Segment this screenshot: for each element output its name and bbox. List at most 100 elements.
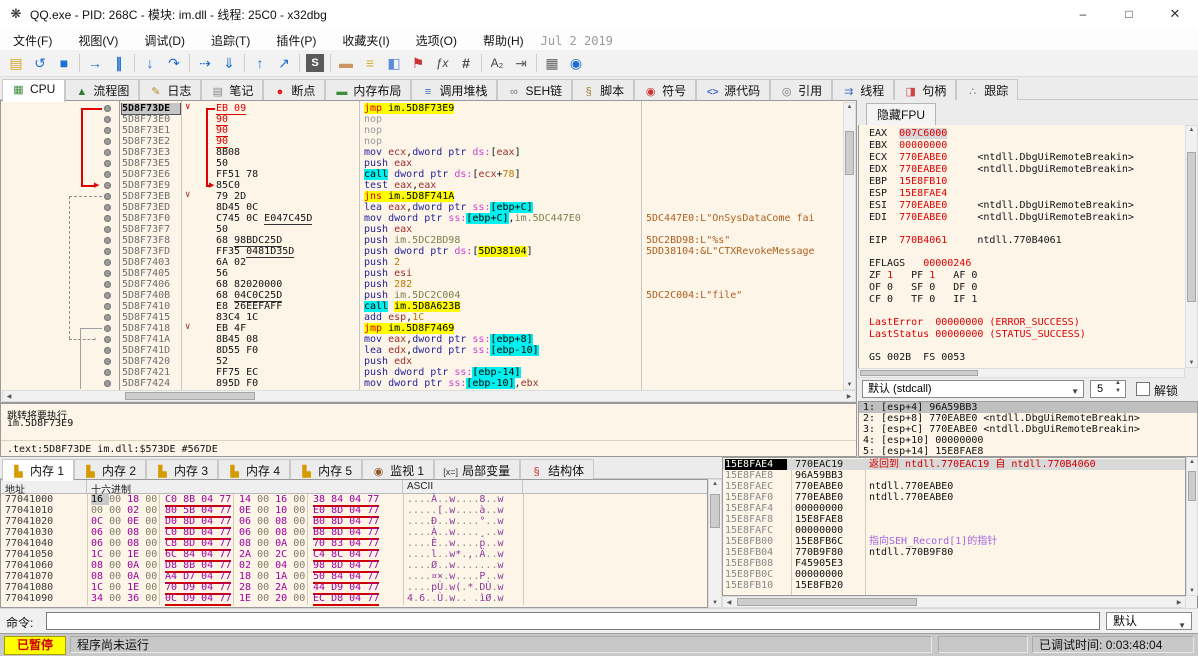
tab-cpu[interactable]: ▦CPU	[2, 79, 65, 102]
scroll-right-icon[interactable]: ▶	[1174, 599, 1184, 606]
tab-graph[interactable]: ▲流程图	[65, 79, 139, 102]
stack-row[interactable]: 15E8FAF815E8FAE8	[723, 514, 1185, 525]
disasm-row[interactable]: 5D8F73E38B08mov ecx,dword ptr ds:[eax]	[1, 147, 842, 158]
stack-row[interactable]: 15E8FB08F45905E3	[723, 558, 1185, 569]
comment-icon[interactable]: ≡	[358, 52, 382, 74]
tab-cs[interactable]: ≡调用堆栈	[411, 79, 497, 102]
disasm-row[interactable]: 5D8F73ED8D45 0Clea eax,dword ptr ss:[ebp…	[1, 202, 842, 213]
label-icon[interactable]: ◧	[382, 52, 406, 74]
tab-trc[interactable]: ∴跟踪	[956, 79, 1018, 102]
scroll-up-icon[interactable]: ▲	[709, 481, 721, 487]
menu-item-1[interactable]: 视图(V)	[65, 28, 131, 50]
hex-row[interactable]: 770410801C 00 1E 0070 D9 04 7728 00 2A 0…	[1, 582, 707, 593]
menu-item-4[interactable]: 插件(P)	[263, 28, 329, 50]
disasm-row[interactable]: 5D8F741A8B45 08mov eax,dword ptr ss:[ebp…	[1, 334, 842, 345]
tab-ref[interactable]: ◎引用	[770, 79, 832, 102]
hex-row[interactable]: 770410200C 00 0E 00D0 8D 04 7706 00 08 0…	[1, 516, 707, 527]
register-line[interactable]: GS 002B FS 0053	[869, 352, 1185, 364]
restart-icon[interactable]: ↺	[28, 52, 52, 74]
step-out-icon[interactable]: ↑	[248, 52, 272, 74]
stack-pane[interactable]: 15E8FAE4770EAC19返回到 ntdll.770EAC19 自 ntd…	[722, 457, 1186, 596]
stack-arguments-list[interactable]: 1: [esp+4] 96A59BB32: [esp+8] 770EABE0 <…	[858, 401, 1198, 457]
stack-row[interactable]: 15E8FB04770B9F80ntdll.770B9F80	[723, 547, 1185, 558]
scroll-thumb[interactable]	[845, 131, 854, 175]
hash-icon[interactable]: #	[454, 52, 478, 74]
disassembly-pane[interactable]: 5D8F73DE∨EB 09jmp im.5D8F73E95D8F73E090n…	[0, 100, 857, 403]
scroll-right-icon[interactable]: ▶	[844, 393, 854, 400]
disasm-vscrollbar[interactable]: ▲ ▼	[843, 102, 856, 390]
register-line[interactable]: LastStatus 00000000 (STATUS_SUCCESS)	[869, 329, 1185, 341]
step-over-icon[interactable]: ↷	[162, 52, 186, 74]
menu-item-3[interactable]: 追踪(T)	[198, 28, 263, 50]
run-to-user-code-icon[interactable]: ↗	[272, 52, 296, 74]
menu-item-2[interactable]: 调试(D)	[131, 28, 198, 50]
hex-row[interactable]: 7704109034 00 36 000C D9 04 771E 00 20 0…	[1, 593, 707, 604]
disasm-row[interactable]: 5D8F7418∨EB 4Fjmp im.5D8F7469	[1, 323, 842, 334]
menu-item-5[interactable]: 收藏夹(I)	[329, 28, 402, 50]
stack-argument-row[interactable]: 4: [esp+10] 00000000	[859, 435, 1197, 446]
tab-bp[interactable]: ●断点	[263, 79, 325, 102]
tab-hnd[interactable]: ◨句柄	[894, 79, 956, 102]
hex-row[interactable]: 7704100016 00 18 00C0 8B 04 7714 00 16 0…	[1, 494, 707, 505]
calling-convention-select[interactable]: 默认 (stdcall) ▼	[862, 380, 1084, 398]
disasm-row[interactable]: 5D8F73E190nop	[1, 125, 842, 136]
stack-argument-row[interactable]: 2: [esp+8] 770EABE0 <ntdll.DbgUiRemoteBr…	[859, 413, 1197, 424]
disasm-row[interactable]: 5D8F7421FF75 ECpush dword ptr ss:[ebp-14…	[1, 367, 842, 378]
register-line[interactable]: EIP 770B4061 ntdll.770B4061	[869, 235, 1185, 247]
register-line[interactable]: CF 0 TF 0 IF 1	[869, 294, 1185, 306]
disasm-row[interactable]: 5D8F741D8D55 F0lea edx,dword ptr ss:[ebp…	[1, 345, 842, 356]
register-line[interactable]: EBP 15E8FB10	[869, 176, 1185, 188]
scroll-down-icon[interactable]: ▼	[709, 600, 721, 606]
stack-row[interactable]: 15E8FAF0770EABE0ntdll.770EABE0	[723, 492, 1185, 503]
disasm-row[interactable]: 5D8F7424895D F0mov dword ptr ss:[ebp-10]…	[1, 378, 842, 389]
tab-内存3[interactable]: ▙内存 3	[146, 459, 218, 481]
disasm-row[interactable]: 5D8F73FDFF35 0481D35Dpush dword ptr ds:[…	[1, 246, 842, 257]
scroll-down-icon[interactable]: ▼	[1187, 588, 1197, 594]
command-profile-select[interactable]: 默认 ▼	[1106, 612, 1192, 630]
disasm-hscrollbar[interactable]: ◀ ▶	[2, 390, 856, 402]
hex-row[interactable]: 7704106008 00 0A 00D8 8B 04 7702 00 04 0…	[1, 560, 707, 571]
calculator-icon[interactable]: ▦	[540, 52, 564, 74]
disasm-row[interactable]: 5D8F73E290nop	[1, 136, 842, 147]
stack-row[interactable]: 15E8FAFC00000000	[723, 525, 1185, 536]
scroll-thumb[interactable]	[737, 598, 917, 606]
scroll-left-icon[interactable]: ◀	[4, 393, 14, 400]
stack-hscrollbar[interactable]: ◀ ▶	[722, 596, 1186, 608]
scroll-up-icon[interactable]: ▲	[844, 104, 855, 110]
register-line[interactable]: ESI 770EABE0 <ntdll.DbgUiRemoteBreakin>	[869, 200, 1185, 212]
hexdump-pane[interactable]: 地址 十六进制 ASCII 7704100016 00 18 00C0 8B 0…	[0, 479, 708, 608]
register-line[interactable]: ESP 15E8FAE4	[869, 188, 1185, 200]
disasm-row[interactable]: 5D8F74036A 02push 2	[1, 257, 842, 268]
disasm-row[interactable]: 5D8F740B68 04C0C25Dpush im.5DC2C0045DC2C…	[1, 290, 842, 301]
open-file-icon[interactable]: ▤	[4, 52, 28, 74]
run-to-cursor-icon[interactable]: ⇢	[193, 52, 217, 74]
pause-icon[interactable]: ∥	[107, 52, 131, 74]
tab-notes[interactable]: ▤笔记	[201, 79, 263, 102]
hex-row[interactable]: 7704103006 00 08 00C0 8D 04 7706 00 08 0…	[1, 527, 707, 538]
disasm-row[interactable]: 5D8F740668 82020000push 282	[1, 279, 842, 290]
stop-icon[interactable]: ■	[52, 52, 76, 74]
scroll-thumb[interactable]	[1187, 152, 1196, 302]
disasm-row[interactable]: 5D8F73E090nop	[1, 114, 842, 125]
tab-内存2[interactable]: ▙内存 2	[74, 459, 146, 481]
stack-row[interactable]: 15E8FAF400000000	[723, 503, 1185, 514]
hex-row[interactable]: 7704107008 00 0A 00A4 D7 04 7718 00 1A 0…	[1, 571, 707, 582]
tab-内存1[interactable]: ▙内存 1	[2, 459, 74, 481]
disasm-row[interactable]: 5D8F73F0C745 0C E047C45Dmov dword ptr ss…	[1, 213, 842, 224]
bookmark-icon[interactable]: ⚑	[406, 52, 430, 74]
step-into-icon[interactable]: ↓	[138, 52, 162, 74]
tab-thr[interactable]: ⇉线程	[832, 79, 894, 102]
register-line[interactable]: EFLAGS 00000246	[869, 258, 1185, 270]
register-line[interactable]: EAX 007C6000	[869, 128, 1185, 140]
tab-loc[interactable]: [x=]局部变量	[434, 459, 520, 481]
seh-chain-icon[interactable]: S	[306, 54, 324, 72]
disasm-row[interactable]: 5D8F73F868 98BDC25Dpush im.5DC2BD985DC2B…	[1, 235, 842, 246]
execute-till-return-icon[interactable]: ⇓	[217, 52, 241, 74]
command-input[interactable]	[46, 612, 1100, 630]
font-icon[interactable]: A₂	[485, 52, 509, 74]
tab-内存5[interactable]: ▙内存 5	[290, 459, 362, 481]
menu-item-0[interactable]: 文件(F)	[0, 28, 65, 50]
maximize-button[interactable]: □	[1106, 0, 1152, 28]
registers-vscrollbar[interactable]: ▲ ▼	[1185, 125, 1198, 368]
register-line[interactable]: ECX 770EABE0 <ntdll.DbgUiRemoteBreakin>	[869, 152, 1185, 164]
